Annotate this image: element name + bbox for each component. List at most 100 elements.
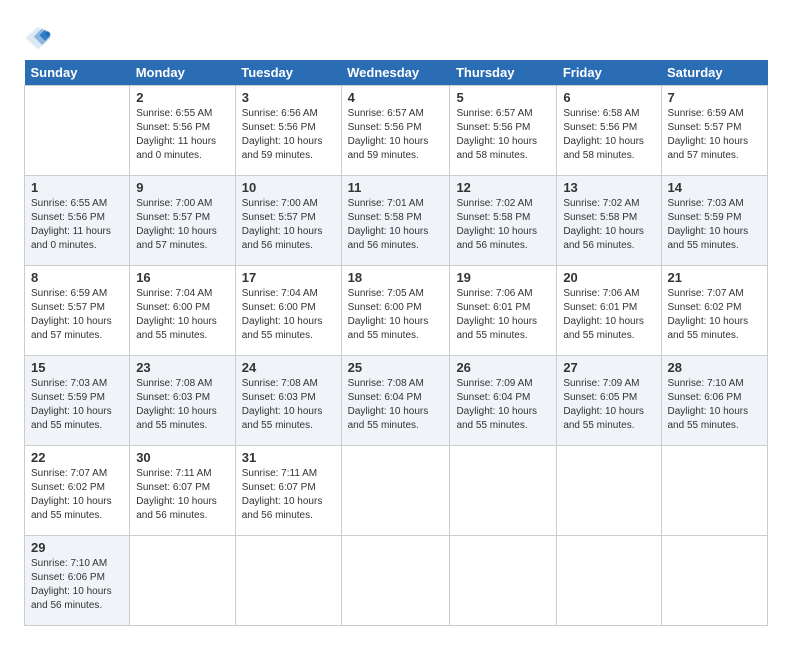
day-info: Sunrise: 7:10 AMSunset: 6:06 PMDaylight:… — [668, 377, 762, 433]
day-number: 16 — [136, 270, 229, 285]
day-number: 30 — [136, 450, 229, 465]
day-number: 23 — [136, 360, 229, 375]
calendar-table: SundayMondayTuesdayWednesdayThursdayFrid… — [24, 60, 768, 626]
day-number: 12 — [456, 180, 550, 195]
day-cell-29: 29 Sunrise: 7:10 AMSunset: 6:06 PMDayligh… — [25, 536, 130, 626]
day-cell-31: 31 Sunrise: 7:11 AMSunset: 6:07 PMDayligh… — [235, 446, 341, 536]
day-info: Sunrise: 7:03 AMSunset: 5:59 PMDaylight:… — [31, 377, 123, 433]
day-number: 28 — [668, 360, 762, 375]
calendar-week-4: 15Sunrise: 7:03 AMSunset: 5:59 PMDayligh… — [25, 356, 768, 446]
day-cell-1: 1 Sunrise: 6:55 AMSunset: 5:56 PMDaylight… — [25, 176, 130, 266]
header-tuesday: Tuesday — [235, 60, 341, 86]
header-thursday: Thursday — [450, 60, 557, 86]
day-cell-7: 7Sunrise: 6:59 AMSunset: 5:57 PMDaylight… — [661, 86, 768, 176]
day-info: Sunrise: 7:08 AMSunset: 6:03 PMDaylight:… — [136, 377, 229, 433]
day-number: 20 — [563, 270, 654, 285]
day-number: 31 — [242, 450, 335, 465]
day-info: Sunrise: 6:59 AMSunset: 5:57 PMDaylight:… — [668, 107, 762, 163]
day-info: Sunrise: 7:05 AMSunset: 6:00 PMDaylight:… — [348, 287, 444, 343]
day-info: Sunrise: 7:11 AMSunset: 6:07 PMDaylight:… — [242, 467, 335, 523]
day-number: 18 — [348, 270, 444, 285]
day-info: Sunrise: 6:59 AMSunset: 5:57 PMDaylight:… — [31, 287, 123, 343]
day-info: Sunrise: 7:04 AMSunset: 6:00 PMDaylight:… — [136, 287, 229, 343]
day-cell-28: 28 Sunrise: 7:10 AMSunset: 6:06 PMDayligh… — [661, 356, 768, 446]
day-number: 6 — [563, 90, 654, 105]
day-info: Sunrise: 7:02 AMSunset: 5:58 PMDaylight:… — [456, 197, 550, 253]
day-cell-16: 16 Sunrise: 7:04 AMSunset: 6:00 PMDayligh… — [130, 266, 236, 356]
day-info: Sunrise: 7:07 AMSunset: 6:02 PMDaylight:… — [668, 287, 762, 343]
page-header — [24, 20, 768, 52]
empty-cell — [661, 536, 768, 626]
day-number: 17 — [242, 270, 335, 285]
day-info: Sunrise: 7:00 AMSunset: 5:57 PMDaylight:… — [242, 197, 335, 253]
day-cell-9: 9 Sunrise: 7:00 AMSunset: 5:57 PMDaylight… — [130, 176, 236, 266]
day-number: 29 — [31, 540, 123, 555]
day-cell-12: 12 Sunrise: 7:02 AMSunset: 5:58 PMDayligh… — [450, 176, 557, 266]
day-number: 10 — [242, 180, 335, 195]
day-cell-5: 5 Sunrise: 6:57 AMSunset: 5:56 PMDaylight… — [450, 86, 557, 176]
day-cell-25: 25 Sunrise: 7:08 AMSunset: 6:04 PMDayligh… — [341, 356, 450, 446]
day-info: Sunrise: 7:07 AMSunset: 6:02 PMDaylight:… — [31, 467, 123, 523]
empty-cell — [661, 446, 768, 536]
day-cell-14: 14 Sunrise: 7:03 AMSunset: 5:59 PMDayligh… — [661, 176, 768, 266]
day-cell-18: 18 Sunrise: 7:05 AMSunset: 6:00 PMDayligh… — [341, 266, 450, 356]
day-cell-21: 21 Sunrise: 7:07 AMSunset: 6:02 PMDayligh… — [661, 266, 768, 356]
day-number: 27 — [563, 360, 654, 375]
day-number: 4 — [348, 90, 444, 105]
day-number: 26 — [456, 360, 550, 375]
empty-cell — [130, 536, 236, 626]
day-cell-17: 17 Sunrise: 7:04 AMSunset: 6:00 PMDayligh… — [235, 266, 341, 356]
calendar-week-5: 22Sunrise: 7:07 AMSunset: 6:02 PMDayligh… — [25, 446, 768, 536]
logo-icon — [24, 24, 52, 52]
day-number: 8 — [31, 270, 123, 285]
empty-cell — [341, 536, 450, 626]
day-number: 1 — [31, 180, 123, 195]
calendar-week-6: 29 Sunrise: 7:10 AMSunset: 6:06 PMDayligh… — [25, 536, 768, 626]
day-number: 25 — [348, 360, 444, 375]
day-info: Sunrise: 7:09 AMSunset: 6:05 PMDaylight:… — [563, 377, 654, 433]
day-cell-11: 11Sunrise: 7:01 AMSunset: 5:58 PMDayligh… — [341, 176, 450, 266]
day-cell-15: 15Sunrise: 7:03 AMSunset: 5:59 PMDayligh… — [25, 356, 130, 446]
day-number: 14 — [668, 180, 762, 195]
day-cell-23: 23 Sunrise: 7:08 AMSunset: 6:03 PMDayligh… — [130, 356, 236, 446]
day-cell-4: 4 Sunrise: 6:57 AMSunset: 5:56 PMDaylight… — [341, 86, 450, 176]
day-cell-6: 6Sunrise: 6:58 AMSunset: 5:56 PMDaylight… — [557, 86, 661, 176]
day-cell-26: 26Sunrise: 7:09 AMSunset: 6:04 PMDayligh… — [450, 356, 557, 446]
day-info: Sunrise: 7:11 AMSunset: 6:07 PMDaylight:… — [136, 467, 229, 523]
day-cell-13: 13Sunrise: 7:02 AMSunset: 5:58 PMDayligh… — [557, 176, 661, 266]
day-cell-2: 2 Sunrise: 6:55 AMSunset: 5:56 PMDaylight… — [130, 86, 236, 176]
header-sunday: Sunday — [25, 60, 130, 86]
day-cell-8: 8 Sunrise: 6:59 AMSunset: 5:57 PMDaylight… — [25, 266, 130, 356]
header-wednesday: Wednesday — [341, 60, 450, 86]
day-number: 2 — [136, 90, 229, 105]
day-cell-30: 30 Sunrise: 7:11 AMSunset: 6:07 PMDayligh… — [130, 446, 236, 536]
header-monday: Monday — [130, 60, 236, 86]
header-saturday: Saturday — [661, 60, 768, 86]
day-info: Sunrise: 7:03 AMSunset: 5:59 PMDaylight:… — [668, 197, 762, 253]
calendar-week-2: 1 Sunrise: 6:55 AMSunset: 5:56 PMDaylight… — [25, 176, 768, 266]
day-info: Sunrise: 6:55 AMSunset: 5:56 PMDaylight:… — [31, 197, 123, 253]
day-info: Sunrise: 6:57 AMSunset: 5:56 PMDaylight:… — [456, 107, 550, 163]
day-info: Sunrise: 7:04 AMSunset: 6:00 PMDaylight:… — [242, 287, 335, 343]
empty-cell — [235, 536, 341, 626]
day-info: Sunrise: 7:10 AMSunset: 6:06 PMDaylight:… — [31, 557, 123, 613]
empty-cell — [25, 86, 130, 176]
day-info: Sunrise: 7:02 AMSunset: 5:58 PMDaylight:… — [563, 197, 654, 253]
day-cell-22: 22Sunrise: 7:07 AMSunset: 6:02 PMDayligh… — [25, 446, 130, 536]
day-number: 19 — [456, 270, 550, 285]
day-info: Sunrise: 7:08 AMSunset: 6:04 PMDaylight:… — [348, 377, 444, 433]
header-friday: Friday — [557, 60, 661, 86]
day-number: 9 — [136, 180, 229, 195]
empty-cell — [450, 446, 557, 536]
day-number: 21 — [668, 270, 762, 285]
calendar-week-3: 8 Sunrise: 6:59 AMSunset: 5:57 PMDaylight… — [25, 266, 768, 356]
day-number: 3 — [242, 90, 335, 105]
day-info: Sunrise: 6:55 AMSunset: 5:56 PMDaylight:… — [136, 107, 229, 163]
day-info: Sunrise: 6:57 AMSunset: 5:56 PMDaylight:… — [348, 107, 444, 163]
day-info: Sunrise: 7:08 AMSunset: 6:03 PMDaylight:… — [242, 377, 335, 433]
calendar-week-1: 2 Sunrise: 6:55 AMSunset: 5:56 PMDaylight… — [25, 86, 768, 176]
day-info: Sunrise: 7:00 AMSunset: 5:57 PMDaylight:… — [136, 197, 229, 253]
calendar-header-row: SundayMondayTuesdayWednesdayThursdayFrid… — [25, 60, 768, 86]
day-number: 5 — [456, 90, 550, 105]
empty-cell — [341, 446, 450, 536]
